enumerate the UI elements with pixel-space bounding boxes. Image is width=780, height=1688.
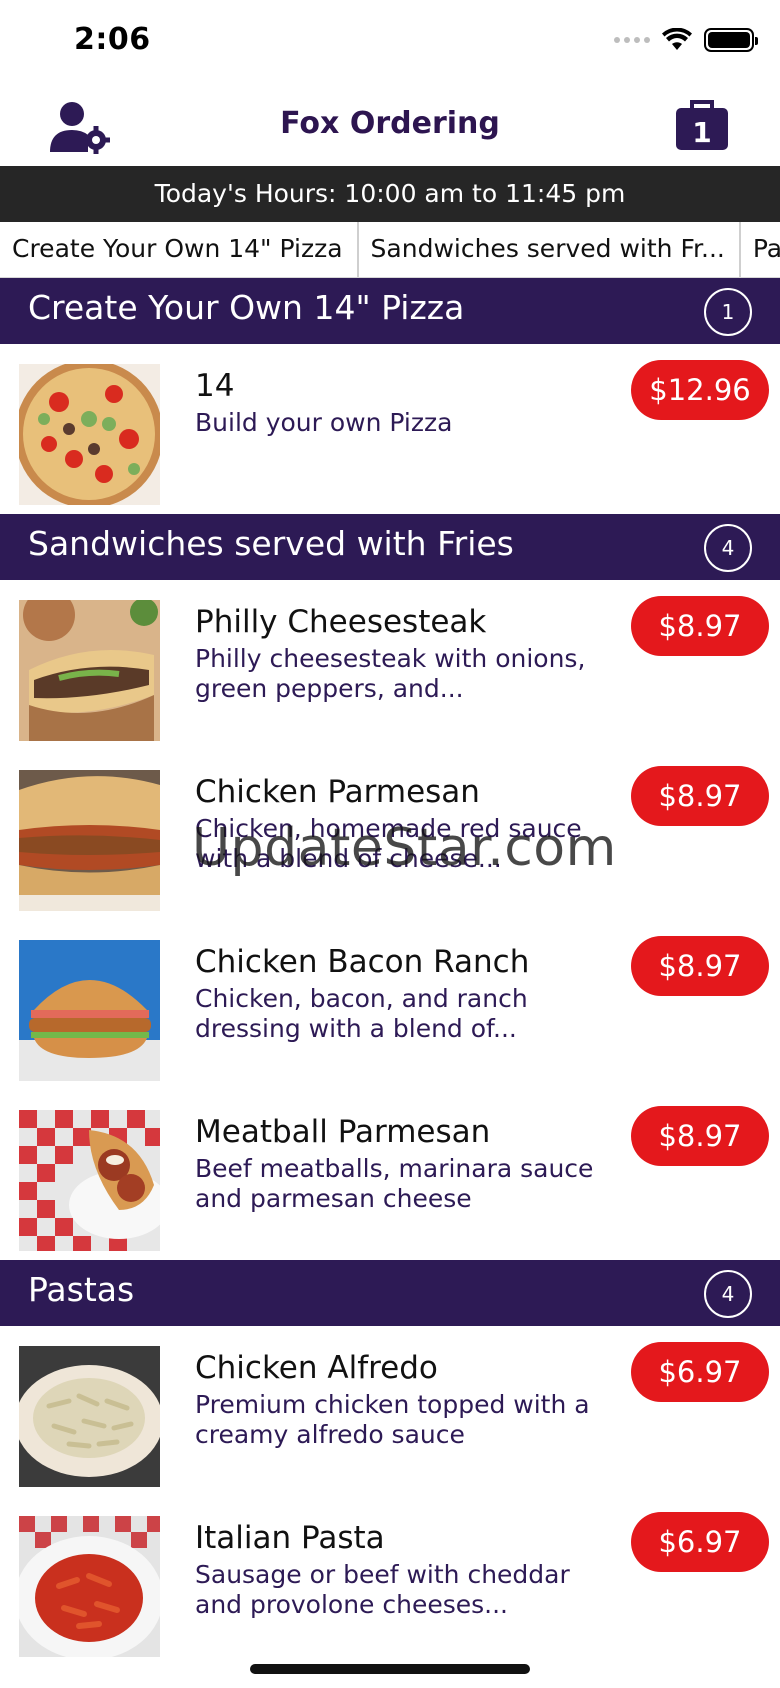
item-name: Philly Cheesesteak	[195, 604, 487, 640]
item-description: Premium chicken topped with a creamy alf…	[195, 1390, 590, 1449]
pizza-photo	[19, 364, 160, 505]
item-name: 14	[195, 368, 235, 404]
item-name: Chicken Parmesan	[195, 774, 480, 810]
item-name: Italian Pasta	[195, 1520, 385, 1556]
menu-list: Create Your Own 14" Pizza 1 14 Build you…	[0, 278, 780, 1666]
item-description: Chicken, bacon, and ranch dressing with …	[195, 984, 528, 1043]
item-name: Meatball Parmesan	[195, 1114, 491, 1150]
menu-item-meatball-parmesan[interactable]: Meatball Parmesan Beef meatballs, marina…	[0, 1090, 780, 1260]
section-header-sandwiches: Sandwiches served with Fries 4	[0, 514, 780, 580]
price-button[interactable]: $6.97	[631, 1512, 769, 1572]
item-description: Chicken, homemade red sauce with a blend…	[195, 814, 582, 873]
menu-item-chicken-parmesan[interactable]: Chicken Parmesan Chicken, homemade red s…	[0, 750, 780, 920]
home-indicator[interactable]	[250, 1664, 530, 1674]
section-title: Sandwiches served with Fries	[28, 524, 514, 563]
nav-bar: Fox Ordering 1	[0, 86, 780, 166]
item-description: Beef meatballs, marinara sauce and parme…	[195, 1154, 594, 1213]
shopping-bag-icon[interactable]: 1	[674, 98, 730, 152]
price-button[interactable]: $6.97	[631, 1342, 769, 1402]
section-header-pastas: Pastas 4	[0, 1260, 780, 1326]
section-header-pizza: Create Your Own 14" Pizza 1	[0, 278, 780, 344]
alfredo-photo	[19, 1346, 160, 1487]
category-tabs: Create Your Own 14" Pizza Sandwiches ser…	[0, 222, 780, 278]
cart-count: 1	[692, 116, 711, 149]
tab-create-your-own-pizza[interactable]: Create Your Own 14" Pizza	[0, 222, 359, 277]
cellular-signal-icon	[614, 37, 650, 43]
item-name: Chicken Alfredo	[195, 1350, 438, 1386]
section-count-badge: 4	[704, 524, 752, 572]
section-count-badge: 4	[704, 1270, 752, 1318]
item-description: Philly cheesesteak with onions, green pe…	[195, 644, 586, 703]
app-title: Fox Ordering	[280, 106, 500, 141]
price-button[interactable]: $8.97	[631, 766, 769, 826]
price-button[interactable]: $8.97	[631, 1106, 769, 1166]
menu-item-italian-pasta[interactable]: Italian Pasta Sausage or beef with chedd…	[0, 1496, 780, 1666]
section-title: Create Your Own 14" Pizza	[28, 288, 465, 327]
price-button[interactable]: $12.96	[631, 360, 769, 420]
price-button[interactable]: $8.97	[631, 596, 769, 656]
tab-pastas[interactable]: Pa	[741, 222, 780, 277]
menu-item-philly-cheesesteak[interactable]: Philly Cheesesteak Philly cheesesteak wi…	[0, 580, 780, 750]
price-button[interactable]: $8.97	[631, 936, 769, 996]
italian-pasta-photo	[19, 1516, 160, 1657]
battery-icon	[704, 28, 758, 52]
menu-item-chicken-alfredo[interactable]: Chicken Alfredo Premium chicken topped w…	[0, 1326, 780, 1496]
section-title: Pastas	[28, 1270, 135, 1309]
status-icons	[614, 28, 758, 52]
menu-item-14[interactable]: 14 Build your own Pizza $12.96	[0, 344, 780, 514]
item-description: Build your own Pizza	[195, 408, 453, 437]
philly-photo	[19, 600, 160, 741]
wifi-icon	[662, 28, 692, 50]
menu-item-chicken-bacon-ranch[interactable]: Chicken Bacon Ranch Chicken, bacon, and …	[0, 920, 780, 1090]
item-description: Sausage or beef with cheddar and provolo…	[195, 1560, 570, 1619]
status-time: 2:06	[74, 22, 151, 57]
chicken-parm-photo	[19, 770, 160, 911]
tab-sandwiches[interactable]: Sandwiches served with Fr...	[359, 222, 741, 277]
status-bar: 2:06	[0, 0, 780, 86]
meatball-photo	[19, 1110, 160, 1251]
item-name: Chicken Bacon Ranch	[195, 944, 530, 980]
hours-banner: Today's Hours: 10:00 am to 11:45 pm	[0, 166, 780, 222]
section-count-badge: 1	[704, 288, 752, 336]
burger-photo	[19, 940, 160, 1081]
